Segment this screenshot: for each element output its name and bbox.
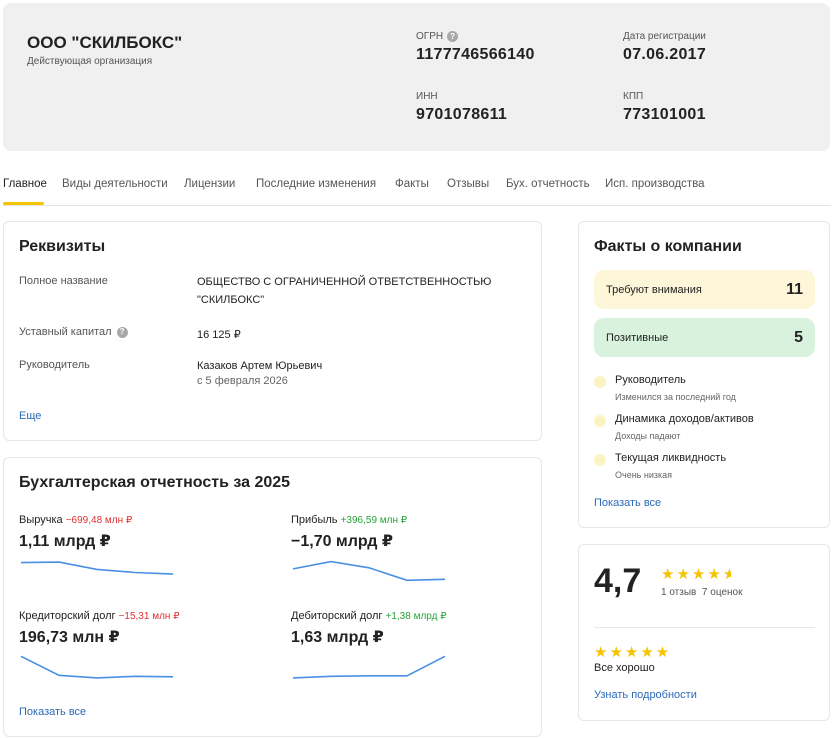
metric-delta: −15,31 млн ₽	[118, 611, 180, 622]
ogrn-label: ОГРН	[416, 31, 444, 42]
review-stars-icon: ★★★★★	[594, 644, 672, 661]
facts-card: Факты о компании Требуют внимания 11 Поз…	[578, 221, 830, 528]
reg-date-field: Дата регистрации 07.06.2017	[623, 31, 706, 64]
ratings-count: 7 оценок	[701, 587, 743, 598]
fact-subtitle: Очень низкая	[615, 470, 672, 480]
warning-dot-icon	[594, 415, 606, 427]
tab-bar: Главное Виды деятельности Лицензии После…	[3, 168, 831, 206]
kpp-field: КПП 773101001	[623, 91, 706, 124]
rating-card: 4,7 ★★★★★ 1 отзыв 7 оценок ★★★★★ Все хор…	[578, 544, 830, 721]
inn-label: ИНН	[416, 91, 438, 102]
metric-label: Дебиторский долг	[291, 610, 383, 622]
facts-title: Факты о компании	[594, 238, 742, 255]
positive-label: Позитивные	[606, 331, 669, 344]
attention-facts-box[interactable]: Требуют внимания 11	[594, 270, 815, 309]
requisites-card: Реквизиты Полное название ОБЩЕСТВО С ОГР…	[3, 221, 542, 441]
company-name: ООО "СКИЛБОКС"	[27, 33, 183, 52]
sparkline-line	[292, 560, 446, 582]
finance-show-all-link[interactable]: Показать все	[19, 706, 86, 718]
metric-delta: +1,38 млрд ₽	[385, 611, 447, 622]
tab-activities[interactable]: Виды деятельности	[62, 178, 168, 190]
payables-sparkline	[20, 655, 174, 679]
metric-value: 1,63 млрд ₽	[291, 629, 384, 646]
rating-stars-icon: ★★★★★	[661, 566, 731, 583]
active-tab-indicator	[3, 202, 44, 205]
ogrn-field: ОГРН? 1177746566140	[416, 31, 535, 64]
kpp-value: 773101001	[623, 106, 706, 123]
warning-dot-icon	[594, 376, 606, 388]
reg-date-value: 07.06.2017	[623, 46, 707, 63]
kpp-label: КПП	[623, 91, 644, 102]
profit-sparkline	[292, 560, 446, 582]
finance-title: Бухгалтерская отчетность за 2025	[19, 474, 291, 491]
tab-facts[interactable]: Факты	[395, 178, 429, 190]
metric-label: Кредиторский долг	[19, 610, 116, 622]
metric-value: 1,11 млрд ₽	[19, 533, 111, 550]
metric-value: −1,70 млрд ₽	[291, 533, 394, 550]
help-icon[interactable]: ?	[447, 31, 459, 42]
positive-count: 5	[794, 328, 803, 346]
finance-card: Бухгалтерская отчетность за 2025 Выручка…	[3, 457, 542, 737]
review-text: Все хорошо	[594, 662, 655, 674]
warning-dot-icon	[594, 454, 606, 466]
metric-payables[interactable]: Кредиторский долг −15,31 млн ₽ 196,73 мл…	[19, 610, 180, 687]
tab-licenses[interactable]: Лицензии	[184, 178, 235, 190]
positive-facts-box[interactable]: Позитивные 5	[594, 318, 815, 357]
metric-receivables[interactable]: Дебиторский долг +1,38 млрд ₽ 1,63 млрд …	[291, 610, 451, 687]
reviews-count[interactable]: 1 отзыв	[661, 587, 696, 598]
fact-title: Динамика доходов/активов	[615, 413, 754, 425]
metric-value: 196,73 млн ₽	[19, 629, 120, 646]
metric-label: Выручка	[19, 514, 63, 526]
company-status: Действующая организация	[27, 56, 153, 67]
tab-main[interactable]: Главное	[3, 178, 47, 190]
review-details-link[interactable]: Узнать подробности	[594, 689, 697, 701]
help-icon[interactable]: ?	[116, 326, 128, 338]
metric-profit[interactable]: Прибыль +396,59 млн ₽ −1,70 млрд ₽	[291, 514, 451, 591]
receivables-sparkline	[292, 655, 446, 679]
attention-count: 11	[786, 280, 803, 298]
tab-reviews[interactable]: Отзывы	[447, 178, 489, 190]
rating-counts: 1 отзыв 7 оценок	[661, 587, 742, 598]
requisites-title: Реквизиты	[19, 238, 106, 255]
more-link[interactable]: Еще	[19, 410, 41, 422]
inn-field: ИНН 9701078611	[416, 91, 507, 124]
tab-accounting[interactable]: Бух. отчетность	[506, 178, 590, 190]
rating-score: 4,7	[594, 562, 642, 600]
sparkline-line	[20, 655, 174, 679]
fact-subtitle: Изменился за последний год	[615, 392, 736, 402]
full-name-line2: "СКИЛБОКС"	[197, 294, 265, 306]
tab-recent-changes[interactable]: Последние изменения	[256, 178, 376, 190]
sparkline-line	[292, 655, 446, 679]
fact-title: Руководитель	[615, 374, 686, 386]
fact-title: Текущая ликвидность	[615, 452, 727, 464]
full-name-value: ОБЩЕСТВО С ОГРАНИЧЕННОЙ ОТВЕТСТВЕННОСТЬЮ…	[197, 273, 491, 309]
capital-label: Уставный капитал ?	[19, 326, 128, 338]
ogrn-value: 1177746566140	[416, 46, 535, 63]
company-header: ООО "СКИЛБОКС" Действующая организация О…	[3, 3, 830, 151]
metric-delta: +396,59 млн ₽	[340, 515, 408, 526]
facts-show-all-link[interactable]: Показать все	[594, 497, 661, 509]
full-name-label: Полное название	[19, 275, 108, 287]
sparkline-line	[20, 561, 174, 575]
tab-enforcement[interactable]: Исп. производства	[605, 178, 705, 190]
revenue-sparkline	[20, 561, 174, 575]
inn-value: 9701078611	[416, 106, 508, 123]
fact-subtitle: Доходы падают	[615, 431, 681, 441]
divider	[594, 627, 815, 628]
full-name-line1: ОБЩЕСТВО С ОГРАНИЧЕННОЙ ОТВЕТСТВЕННОСТЬЮ	[197, 276, 492, 288]
head-label: Руководитель	[19, 359, 90, 371]
metric-delta: −699,48 млн ₽	[65, 515, 133, 526]
metric-label: Прибыль	[291, 514, 338, 526]
attention-label: Требуют внимания	[606, 283, 702, 296]
head-value: Казаков Артем Юрьевич с 5 февраля 2026	[197, 357, 322, 387]
head-name[interactable]: Казаков Артем Юрьевич	[197, 357, 322, 375]
capital-value: 16 125 ₽	[197, 329, 241, 341]
head-since: с 5 февраля 2026	[197, 375, 288, 387]
metric-revenue[interactable]: Выручка −699,48 млн ₽ 1,11 млрд ₽	[19, 514, 179, 591]
reg-date-label: Дата регистрации	[623, 31, 706, 42]
